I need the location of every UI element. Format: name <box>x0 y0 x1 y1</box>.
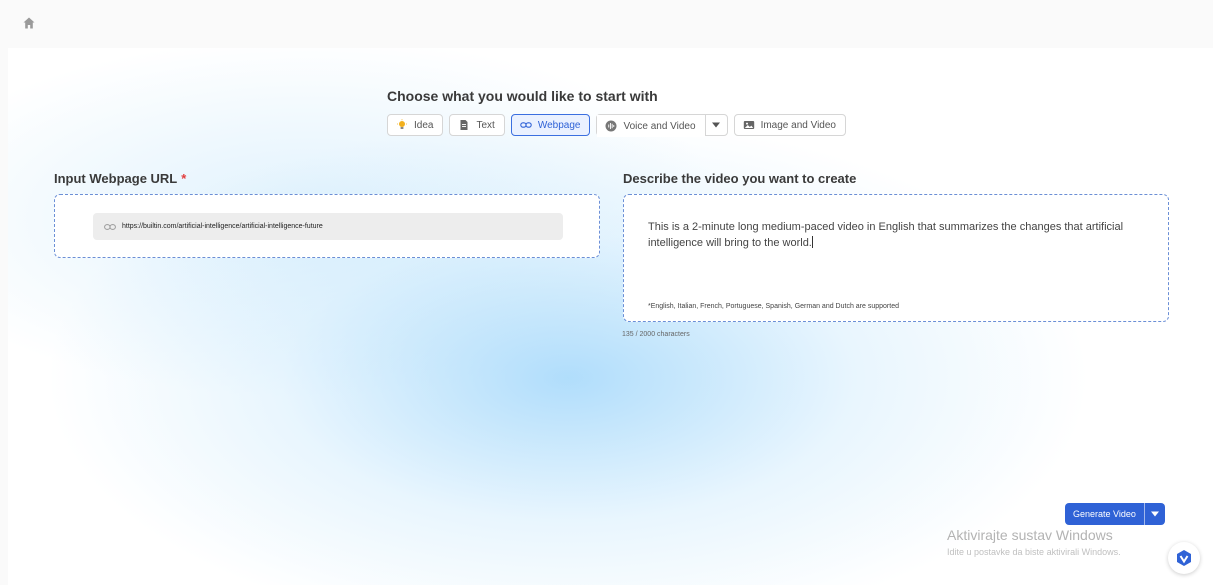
description-value: This is a 2-minute long medium-paced vid… <box>648 221 1124 249</box>
image-icon <box>743 121 754 129</box>
top-bar <box>0 0 1213 48</box>
microphone-icon <box>605 120 617 132</box>
tab-webpage-label: Webpage <box>537 119 581 131</box>
webpage-url-panel: https://builtin.com/artificial-intellige… <box>54 194 600 258</box>
tab-text[interactable]: Text <box>449 114 505 136</box>
tab-image-and-video[interactable]: Image and Video <box>733 114 846 136</box>
description-label: Describe the video you want to create <box>623 171 857 186</box>
webpage-url-label-text: Input Webpage URL <box>54 171 178 186</box>
tab-voice-and-video-label: Voice and Video <box>623 120 696 132</box>
windows-activation-subtitle: Idite u postavke da biste aktivirali Win… <box>947 547 1121 557</box>
generate-video-group: Generate Video <box>1065 503 1165 525</box>
caret-down-icon <box>1150 511 1159 517</box>
text-caret <box>811 236 813 248</box>
webpage-url-label: Input Webpage URL * <box>54 171 186 186</box>
tab-idea[interactable]: Idea <box>387 114 444 136</box>
required-star: * <box>181 171 187 186</box>
home-icon[interactable] <box>22 16 36 30</box>
assistant-icon <box>1177 550 1191 566</box>
chooser-title: Choose what you would like to start with <box>387 88 658 104</box>
windows-activation-title: Aktivirajte sustav Windows <box>947 527 1113 543</box>
voice-video-dropdown-button[interactable] <box>704 115 727 135</box>
link-icon <box>104 223 116 230</box>
tab-voice-and-video[interactable]: Voice and Video <box>597 115 705 137</box>
character-count: 135 / 2000 characters <box>622 331 690 338</box>
tab-image-and-video-label: Image and Video <box>760 119 836 131</box>
link-icon <box>520 122 532 128</box>
tab-webpage[interactable]: Webpage <box>510 114 591 136</box>
supported-languages-note: *English, Italian, French, Portuguese, S… <box>648 303 899 310</box>
generate-options-button[interactable] <box>1143 503 1165 525</box>
generate-video-button[interactable]: Generate Video <box>1065 503 1144 525</box>
lightbulb-icon <box>397 119 407 129</box>
source-tabs: Idea Text Webpage Voice and Video Image … <box>387 114 846 137</box>
webpage-url-input[interactable]: https://builtin.com/artificial-intellige… <box>93 213 563 240</box>
caret-down-icon <box>712 122 721 128</box>
description-text: This is a 2-minute long medium-paced vid… <box>648 219 1148 251</box>
assistant-button[interactable] <box>1168 542 1200 574</box>
description-textarea[interactable]: This is a 2-minute long medium-paced vid… <box>623 194 1169 322</box>
webpage-url-value: https://builtin.com/artificial-intellige… <box>122 223 323 230</box>
tab-text-label: Text <box>476 119 495 131</box>
document-icon <box>460 120 468 130</box>
main-content: Choose what you would like to start with… <box>8 48 1213 585</box>
tab-idea-label: Idea <box>414 119 434 131</box>
voice-video-group: Voice and Video <box>596 114 728 137</box>
